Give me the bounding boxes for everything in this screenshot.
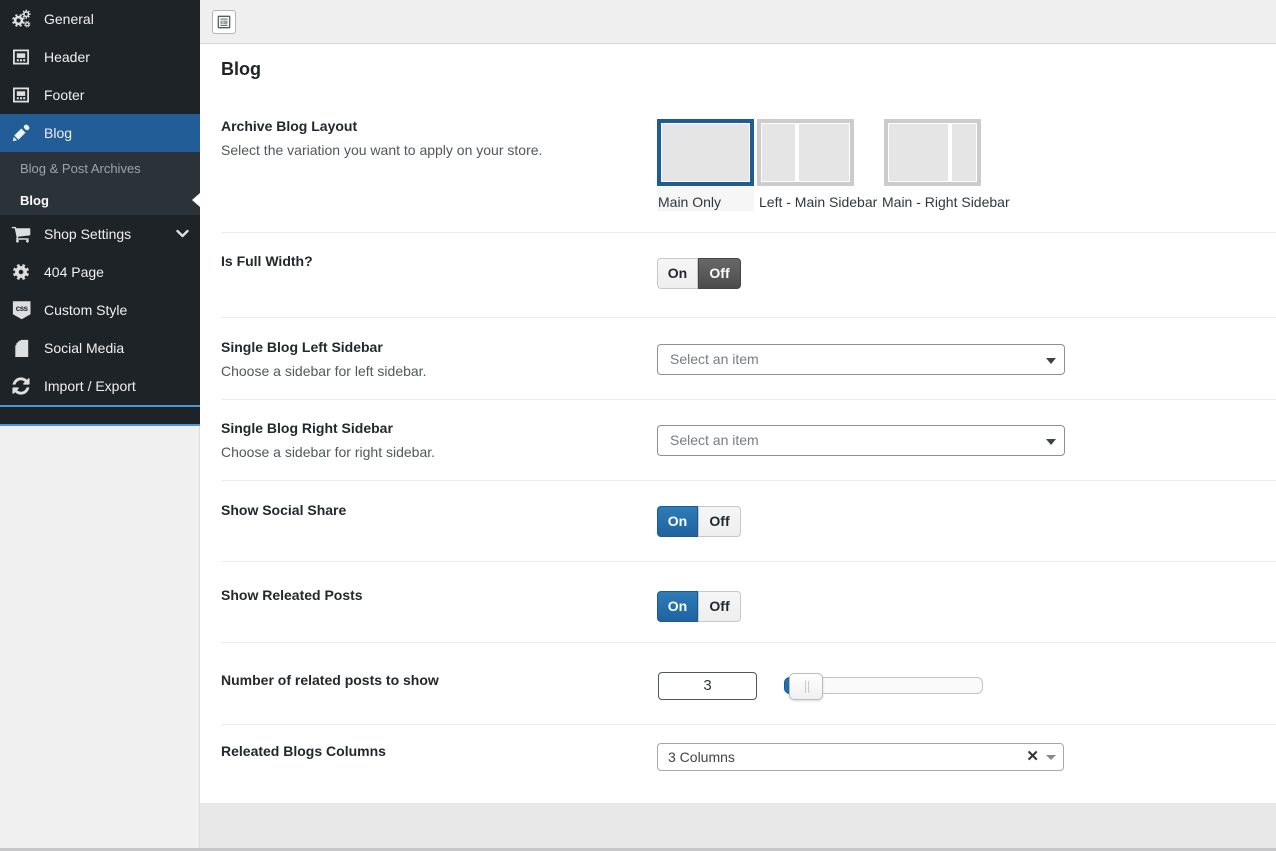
svg-text:css: css bbox=[16, 304, 29, 313]
